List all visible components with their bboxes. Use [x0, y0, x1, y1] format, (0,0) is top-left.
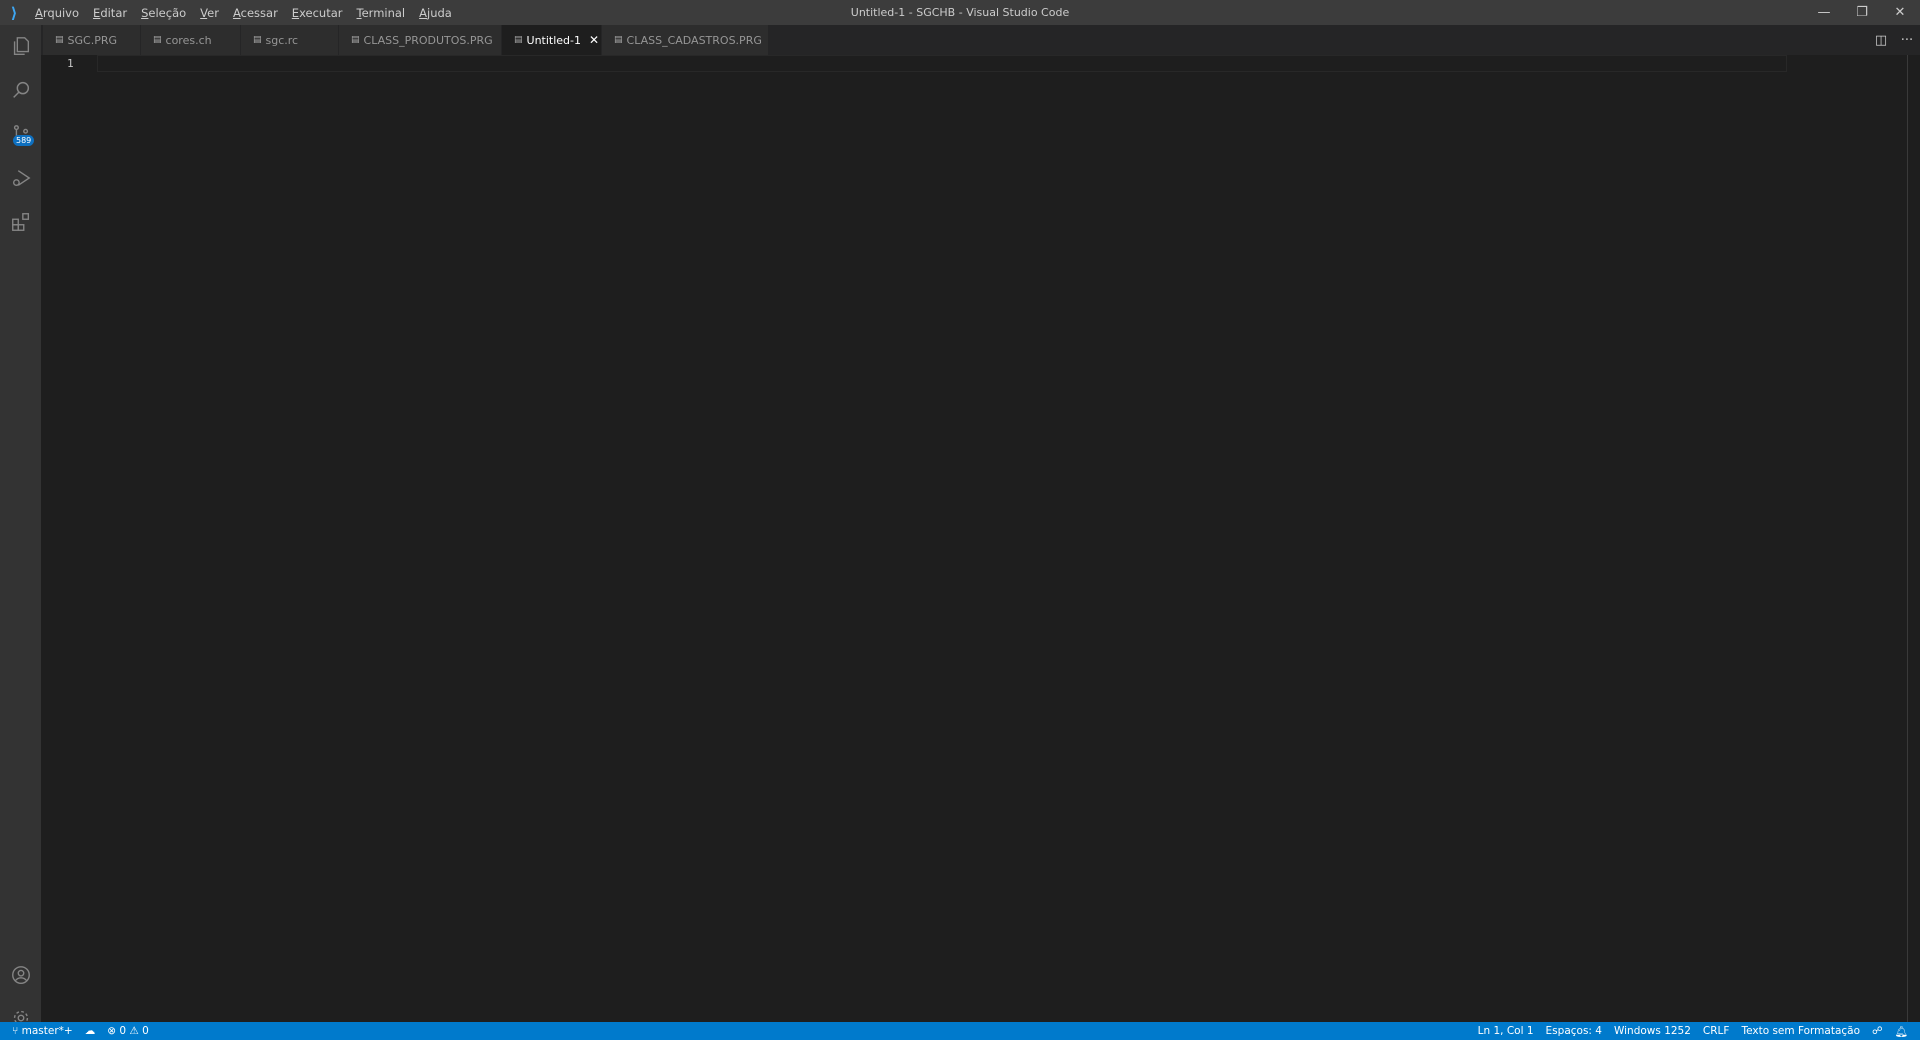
current-line-highlight	[97, 55, 1787, 72]
branch-indicator[interactable]: ⑂ master*+	[0, 1025, 79, 1037]
tab-class-cadastros[interactable]: ▤ CLASS_CADASTROS.PRG	[602, 25, 769, 55]
vscode-logo-icon: ⟩	[10, 3, 18, 22]
menu-mnemonic: A	[419, 5, 427, 20]
scm-badge: 589	[13, 135, 35, 146]
tab-untitled-1[interactable]: ▤ Untitled-1 ✕	[502, 25, 602, 55]
file-icon: ▤	[153, 35, 162, 45]
menu-item-ver[interactable]: Ver	[193, 6, 226, 20]
language-mode[interactable]: Texto sem Formatação	[1735, 1025, 1866, 1037]
vertical-scrollbar[interactable]	[1907, 55, 1908, 1022]
menu-item-arquivo[interactable]: Arquivo	[28, 6, 86, 20]
accounts-icon[interactable]	[0, 954, 41, 996]
file-icon: ▤	[351, 35, 360, 45]
tab-bar: ▤ SGC.PRG ▤ cores.ch ▤ sgc.rc ▤ CLASS_PRODUT…	[41, 25, 1920, 55]
menu-label: er	[207, 5, 219, 20]
minimize-button[interactable]: —	[1805, 0, 1843, 25]
end-of-line[interactable]: CRLF	[1697, 1025, 1736, 1037]
menu-label: xecutar	[299, 5, 343, 20]
menu-label: juda	[427, 5, 452, 20]
run-debug-icon[interactable]	[0, 157, 41, 199]
menu-mnemonic: A	[35, 5, 43, 20]
search-icon[interactable]	[0, 69, 41, 111]
menu-item-terminal[interactable]: Terminal	[350, 6, 413, 20]
menu-item-seleção[interactable]: Seleção	[134, 6, 193, 20]
file-icon: ▤	[253, 35, 262, 45]
status-bar: ⑂ master*+ ☁ ⊗ 0 ⚠ 0 Ln 1, Col 1 Espaços…	[0, 1022, 1920, 1040]
indentation[interactable]: Espaços: 4	[1540, 1025, 1608, 1037]
menu-label: ditar	[100, 5, 128, 20]
menu-item-editar[interactable]: Editar	[86, 6, 134, 20]
tab-sgc-prg[interactable]: ▤ SGC.PRG	[43, 25, 141, 55]
split-editor-icon[interactable]: ◫	[1868, 25, 1894, 55]
tab-class-produtos[interactable]: ▤ CLASS_PRODUTOS.PRG	[339, 25, 502, 55]
menu-item-acessar[interactable]: Acessar	[226, 6, 285, 20]
extensions-icon[interactable]	[0, 201, 41, 243]
title-bar: ⟩ Arquivo Editar Seleção Ver Acessar Executar…	[0, 0, 1920, 25]
menu-item-executar[interactable]: Executar	[285, 6, 350, 20]
menu-label: eleção	[148, 5, 187, 20]
menu-mnemonic: E	[291, 5, 300, 20]
menu-label: cessar	[240, 5, 278, 20]
menu-mnemonic: A	[232, 5, 241, 20]
restore-button[interactable]: ❐	[1843, 0, 1881, 25]
menu-label: erminal	[361, 5, 406, 20]
explorer-icon[interactable]	[0, 25, 41, 67]
file-icon: ▤	[614, 35, 623, 45]
problems-indicator[interactable]: ⊗ 0 ⚠ 0	[101, 1025, 155, 1037]
activity-bar: 589	[0, 25, 41, 1026]
notifications-bell-icon[interactable]: 🔔︎	[1889, 1025, 1914, 1038]
close-window-button[interactable]: ✕	[1881, 0, 1919, 25]
close-tab-icon[interactable]: ✕	[589, 33, 599, 47]
file-icon: ▤	[55, 35, 64, 45]
encoding[interactable]: Windows 1252	[1608, 1025, 1697, 1037]
tab-cores-ch[interactable]: ▤ cores.ch	[141, 25, 241, 55]
file-icon: ▤	[514, 35, 523, 45]
source-control-icon[interactable]: 589	[0, 113, 41, 155]
cursor-position[interactable]: Ln 1, Col 1	[1472, 1025, 1540, 1037]
editor[interactable]: 1	[41, 55, 1920, 1022]
feedback-icon[interactable]: ☍	[1866, 1025, 1889, 1037]
menu-label: rquivo	[42, 5, 80, 20]
tab-sgc-rc[interactable]: ▤ sgc.rc	[241, 25, 339, 55]
more-actions-icon[interactable]: ···	[1894, 25, 1920, 55]
sync-icon[interactable]: ☁	[79, 1025, 102, 1037]
menu-item-ajuda[interactable]: Ajuda	[412, 6, 459, 20]
